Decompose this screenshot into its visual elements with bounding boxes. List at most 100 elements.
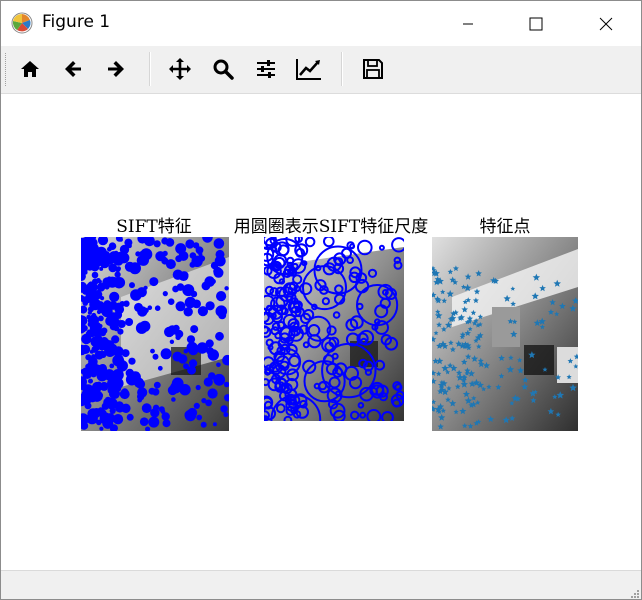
title-bar[interactable]: Figure 1 — [1, 1, 641, 46]
save-button[interactable] — [358, 54, 388, 84]
maximize-icon — [529, 17, 543, 30]
sift-feature-dot — [200, 421, 207, 428]
sift-feature-dot — [162, 419, 171, 428]
sift-feature-dot — [111, 335, 120, 344]
sift-feature-dot — [107, 386, 116, 395]
sift-feature-dot — [117, 320, 126, 328]
sift-feature-dot — [81, 397, 87, 402]
sift-feature-dot — [125, 318, 134, 326]
sift-feature-dot — [185, 239, 195, 249]
sift-feature-dot — [84, 402, 92, 410]
subplots-icon — [257, 60, 275, 78]
sift-feature-dot — [135, 251, 141, 257]
sift-feature-dot — [148, 416, 160, 428]
sift-feature-dot — [85, 330, 92, 337]
sift-feature-dot — [130, 289, 142, 301]
sift-feature-dot — [223, 412, 229, 418]
sift-feature-dot — [97, 373, 106, 381]
sift-feature-dot — [105, 255, 115, 265]
pan-button[interactable] — [165, 54, 195, 84]
sift-feature-dot — [208, 372, 216, 380]
sift-feature-dot — [178, 354, 188, 364]
zoom-icon — [213, 59, 234, 80]
sift-feature-dot — [220, 405, 228, 413]
sift-feature-dot — [103, 281, 111, 289]
sift-feature-dot — [183, 307, 193, 317]
resize-grip-icon[interactable] — [629, 588, 639, 598]
sift-feature-dot — [195, 384, 201, 391]
sift-feature-dot — [91, 295, 99, 303]
sift-feature-dot — [121, 349, 130, 358]
subplot-title-sift-features: SIFT特征 — [116, 217, 192, 237]
sift-feature-dot — [115, 401, 124, 410]
sift-feature-dot — [141, 403, 152, 414]
sift-feature-dot — [125, 373, 138, 386]
back-button[interactable] — [58, 54, 88, 84]
maximize-button[interactable] — [513, 1, 559, 46]
subplot-sift-features[interactable] — [81, 237, 229, 431]
sift-feature-dot — [88, 378, 93, 384]
sift-feature-dot — [183, 363, 189, 370]
home-icon — [21, 61, 39, 77]
sift-feature-dot — [175, 255, 183, 263]
minimize-button[interactable] — [445, 1, 491, 46]
sift-feature-dot — [207, 349, 219, 361]
sift-feature-dot — [134, 302, 143, 312]
sift-feature-dot — [182, 386, 188, 392]
sift-feature-dot — [126, 413, 134, 421]
sift-feature-dot — [196, 414, 203, 421]
forward-button[interactable] — [101, 54, 131, 84]
home-button[interactable] — [15, 54, 45, 84]
sift-feature-dot — [186, 409, 197, 420]
sift-feature-dot — [175, 243, 187, 255]
sift-feature-dot — [212, 422, 217, 427]
zoom-button[interactable] — [208, 54, 238, 84]
edit-axis-button[interactable] — [294, 54, 324, 84]
sift-feature-dot — [216, 362, 221, 368]
sift-feature-dot — [94, 350, 104, 360]
sift-feature-dot — [137, 393, 145, 401]
subplot-keypoints[interactable] — [432, 237, 578, 431]
sift-feature-dot — [100, 416, 105, 421]
sift-feature-dot — [207, 388, 218, 399]
sift-feature-dot — [82, 300, 89, 306]
sift-features-image — [81, 237, 229, 431]
sift-feature-dot — [162, 291, 168, 297]
sift-feature-dot — [216, 291, 227, 302]
sift-feature-dot — [190, 290, 198, 298]
sift-feature-dot — [187, 368, 193, 374]
sift-feature-dot — [85, 354, 92, 361]
sift-feature-dot — [193, 402, 200, 409]
sift-feature-dot — [176, 283, 185, 291]
sift-feature-dot — [165, 259, 176, 270]
sift-feature-dot — [218, 311, 227, 320]
subplot-title-keypoints: 特征点 — [479, 217, 531, 237]
figure-window: Figure 1 SIFT特征 用圆圈表示SIFT特征尺度 特征点 — [0, 0, 642, 600]
minimize-icon — [463, 23, 473, 24]
sift-feature-dot — [109, 363, 115, 369]
sift-feature-dot — [186, 287, 191, 292]
sift-feature-dot — [95, 334, 103, 342]
edit-curve-icon — [296, 59, 321, 80]
sift-feature-dot — [210, 261, 219, 270]
back-arrow-icon — [65, 61, 81, 77]
sift-feature-dot — [153, 381, 161, 389]
sift-feature-dot — [155, 251, 166, 262]
sift-feature-dot — [101, 305, 113, 318]
sift-feature-dot — [91, 259, 96, 265]
save-icon — [363, 59, 383, 79]
sift-feature-dot — [207, 276, 213, 282]
sift-feature-dot — [117, 328, 124, 335]
sift-feature-dot — [109, 407, 116, 414]
subplot-sift-scale-circles[interactable] — [264, 237, 404, 421]
sift-feature-dot — [96, 309, 102, 315]
close-button[interactable] — [583, 1, 629, 46]
sift-feature-dot — [198, 252, 203, 257]
sift-feature-dot — [83, 270, 88, 275]
sift-feature-dot — [109, 291, 120, 302]
toolbar-grip[interactable] — [5, 53, 9, 86]
close-icon — [599, 17, 613, 30]
status-bar — [1, 570, 641, 599]
configure-subplots-button[interactable] — [251, 54, 281, 84]
sift-feature-dot — [87, 408, 99, 420]
